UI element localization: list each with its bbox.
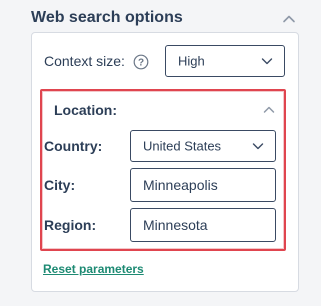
chevron-down-icon bbox=[261, 58, 273, 65]
country-select[interactable]: United States bbox=[130, 130, 276, 162]
chevron-down-icon bbox=[252, 143, 264, 150]
city-input[interactable] bbox=[130, 168, 276, 202]
svg-text:?: ? bbox=[138, 58, 144, 69]
context-size-select[interactable]: High bbox=[165, 45, 285, 77]
context-size-label: Context size: bbox=[44, 53, 125, 69]
region-input[interactable] bbox=[130, 208, 276, 242]
country-value: United States bbox=[143, 138, 222, 154]
section-title: Web search options bbox=[31, 9, 183, 26]
location-collapse-button[interactable] bbox=[260, 101, 278, 119]
reset-parameters-link[interactable]: Reset parameters bbox=[43, 262, 144, 276]
region-label: Region: bbox=[44, 217, 97, 233]
location-title: Location: bbox=[54, 102, 117, 118]
help-icon[interactable]: ? bbox=[133, 54, 149, 70]
web-search-options-panel: Context size: ? High Location: Country: … bbox=[31, 32, 299, 292]
chevron-up-icon bbox=[263, 106, 275, 113]
section-header: Web search options bbox=[31, 0, 301, 32]
city-label: City: bbox=[44, 177, 76, 193]
context-size-value: High bbox=[178, 53, 205, 69]
chevron-up-icon bbox=[283, 15, 295, 23]
section-collapse-button[interactable] bbox=[279, 9, 299, 29]
country-label: Country: bbox=[44, 138, 103, 154]
